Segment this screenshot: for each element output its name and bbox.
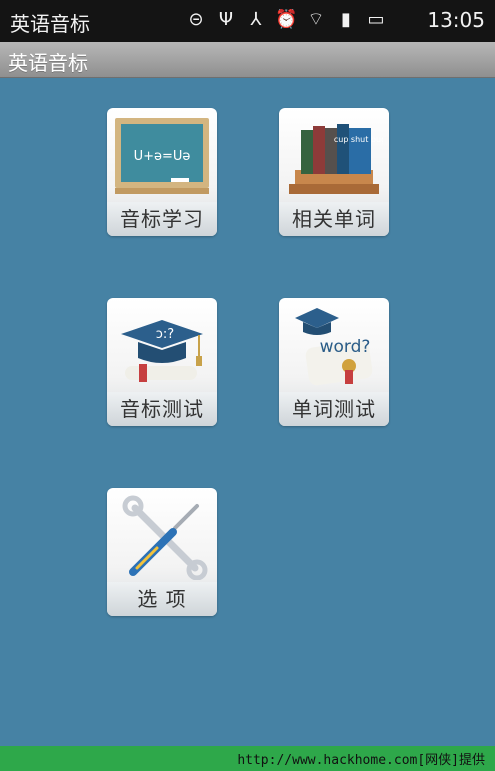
- app-icon: ⊝: [188, 9, 204, 30]
- app-title-bar: 英语音标: [0, 42, 495, 78]
- footer-bar: http://www.hackhome.com[网侠]提供: [0, 746, 495, 771]
- main-menu: U+ə=Uə 音标学习 cup shut bug 相关单词 ɔ:? 音标测试 w…: [0, 78, 495, 746]
- menu-item-related-words[interactable]: cup shut bug 相关单词: [279, 108, 389, 236]
- word-text: word?: [320, 337, 371, 357]
- chalkboard-text: U+ə=Uə: [134, 149, 191, 164]
- menu-item-word-test[interactable]: word? 单词测试: [279, 298, 389, 426]
- menu-label-related-words: 相关单词: [279, 202, 389, 236]
- app-title: 英语音标: [8, 51, 88, 75]
- menu-label-phonetic-test: 音标测试: [107, 392, 217, 426]
- menu-label-word-test: 单词测试: [279, 392, 389, 426]
- signal-icon: ▮: [341, 9, 351, 30]
- battery-icon: ▭: [367, 9, 385, 30]
- tools-icon: [122, 495, 208, 580]
- menu-label-options: 选 项: [107, 582, 217, 616]
- status-bar: 英语音标 ⊝ Ψ ⅄ ⏰ ⌔ ▮ ▭ 13:05: [0, 0, 495, 42]
- menu-item-options[interactable]: 选 项: [107, 488, 217, 616]
- menu-item-phonetic-study[interactable]: U+ə=Uə 音标学习: [107, 108, 217, 236]
- usb-icon: Ψ: [218, 9, 234, 30]
- cap-text: ɔ:?: [156, 327, 174, 342]
- usb-debug-icon: ⅄: [250, 9, 262, 30]
- diploma-icon: word?: [295, 308, 373, 386]
- menu-item-phonetic-test[interactable]: ɔ:? 音标测试: [107, 298, 217, 426]
- status-app-name: 英语音标: [10, 12, 90, 36]
- status-icons: ⊝ Ψ ⅄ ⏰ ⌔ ▮ ▭: [185, 9, 387, 31]
- status-time: 13:05: [427, 8, 485, 32]
- graduation-cap-icon: ɔ:?: [121, 320, 203, 382]
- wifi-icon: ⌔: [307, 9, 325, 30]
- watermark-text: http://www.hackhome.com[网侠]提供: [237, 753, 485, 768]
- chalkboard-icon: U+ə=Uə: [115, 118, 209, 194]
- book-cover-text: cup shut bug: [334, 135, 383, 144]
- books-icon: cup shut bug: [289, 124, 383, 194]
- alarm-icon: ⏰: [275, 9, 298, 30]
- menu-label-phonetic-study: 音标学习: [107, 202, 217, 236]
